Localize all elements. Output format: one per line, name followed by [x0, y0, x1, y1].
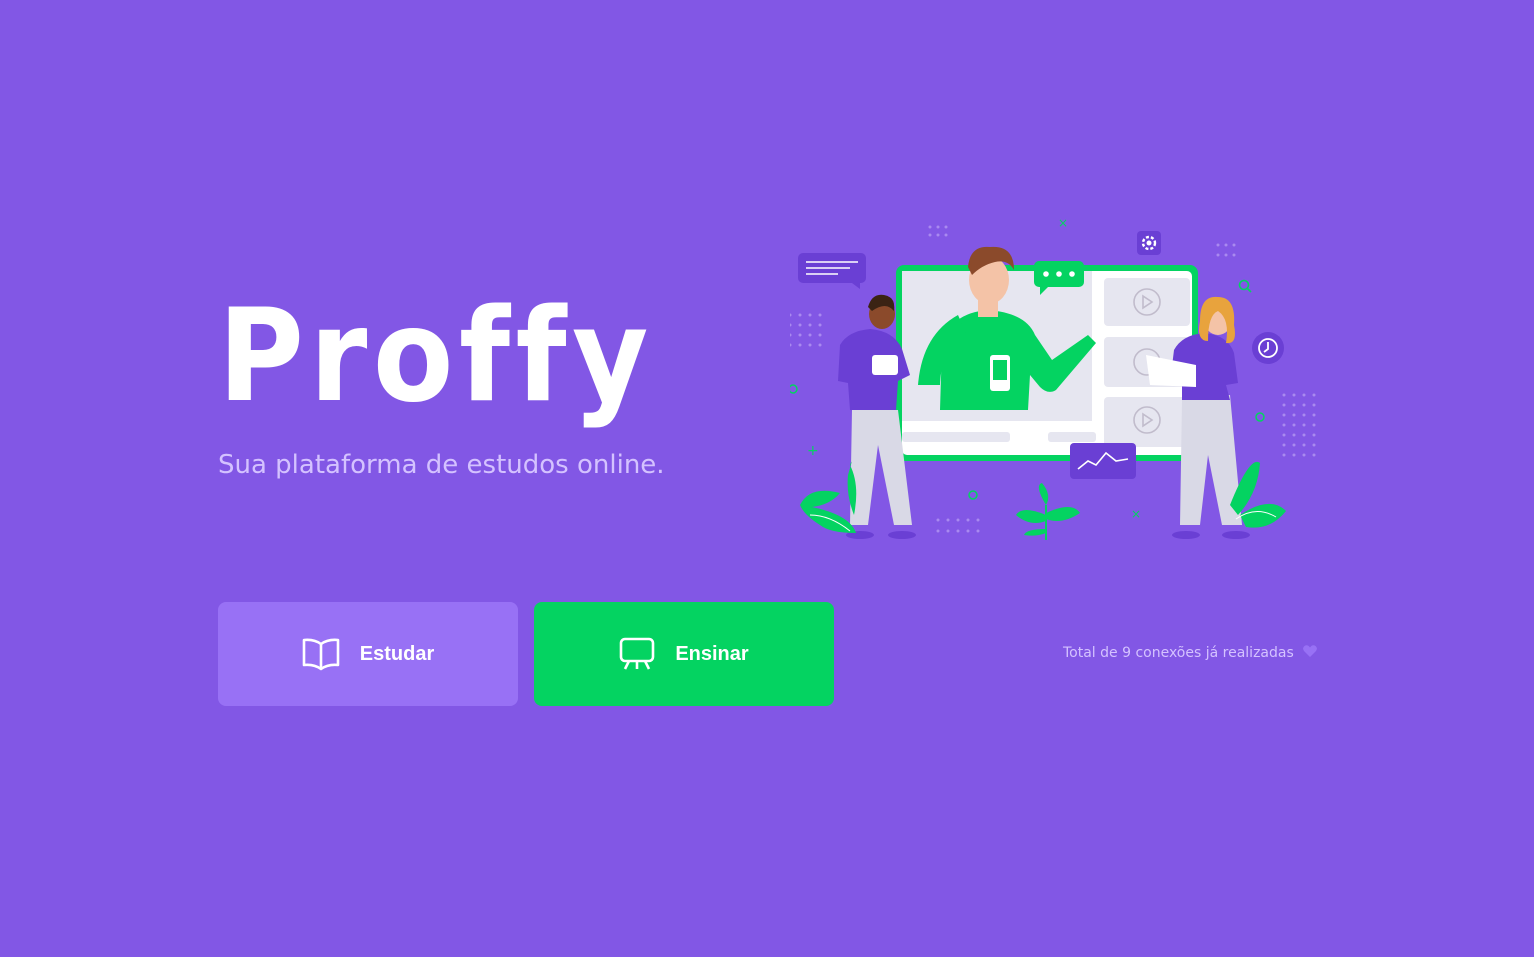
action-buttons: Estudar Ensinar [218, 602, 834, 706]
plant-middle-icon [1016, 483, 1080, 540]
purple-heart-icon [1302, 644, 1318, 662]
graph-card-icon [1070, 443, 1136, 479]
svg-text:Proffy: Proffy [218, 300, 654, 430]
plant-left-icon [800, 461, 857, 533]
dot-grid-left-icon [790, 313, 822, 347]
svg-text:×: × [1058, 216, 1068, 230]
teach-button-label: Ensinar [675, 642, 749, 665]
landing-page: Proffy Sua plataforma de estudos online. [0, 0, 1534, 957]
tagline: Sua plataforma de estudos online. [218, 450, 665, 480]
proffy-logo: Proffy [218, 300, 658, 430]
gear-icon [1137, 231, 1161, 255]
study-button[interactable]: Estudar [218, 602, 518, 706]
svg-text:+: + [807, 443, 819, 459]
teach-button[interactable]: Ensinar [534, 602, 834, 706]
total-connections: Total de 9 conexões já realizadas [1063, 644, 1318, 662]
plant-right-icon [1230, 461, 1286, 528]
hero-illustration: × × + [790, 216, 1316, 540]
book-open-icon [302, 637, 340, 671]
clock-icon [1252, 332, 1284, 364]
magnifier-icon [1238, 279, 1252, 293]
presentation-board-icon [619, 637, 655, 671]
study-button-label: Estudar [359, 642, 435, 665]
total-connections-text: Total de 9 conexões já realizadas [1063, 645, 1294, 661]
svg-text:×: × [1131, 507, 1141, 521]
proffy-logo-wordmark: Proffy [218, 300, 654, 430]
